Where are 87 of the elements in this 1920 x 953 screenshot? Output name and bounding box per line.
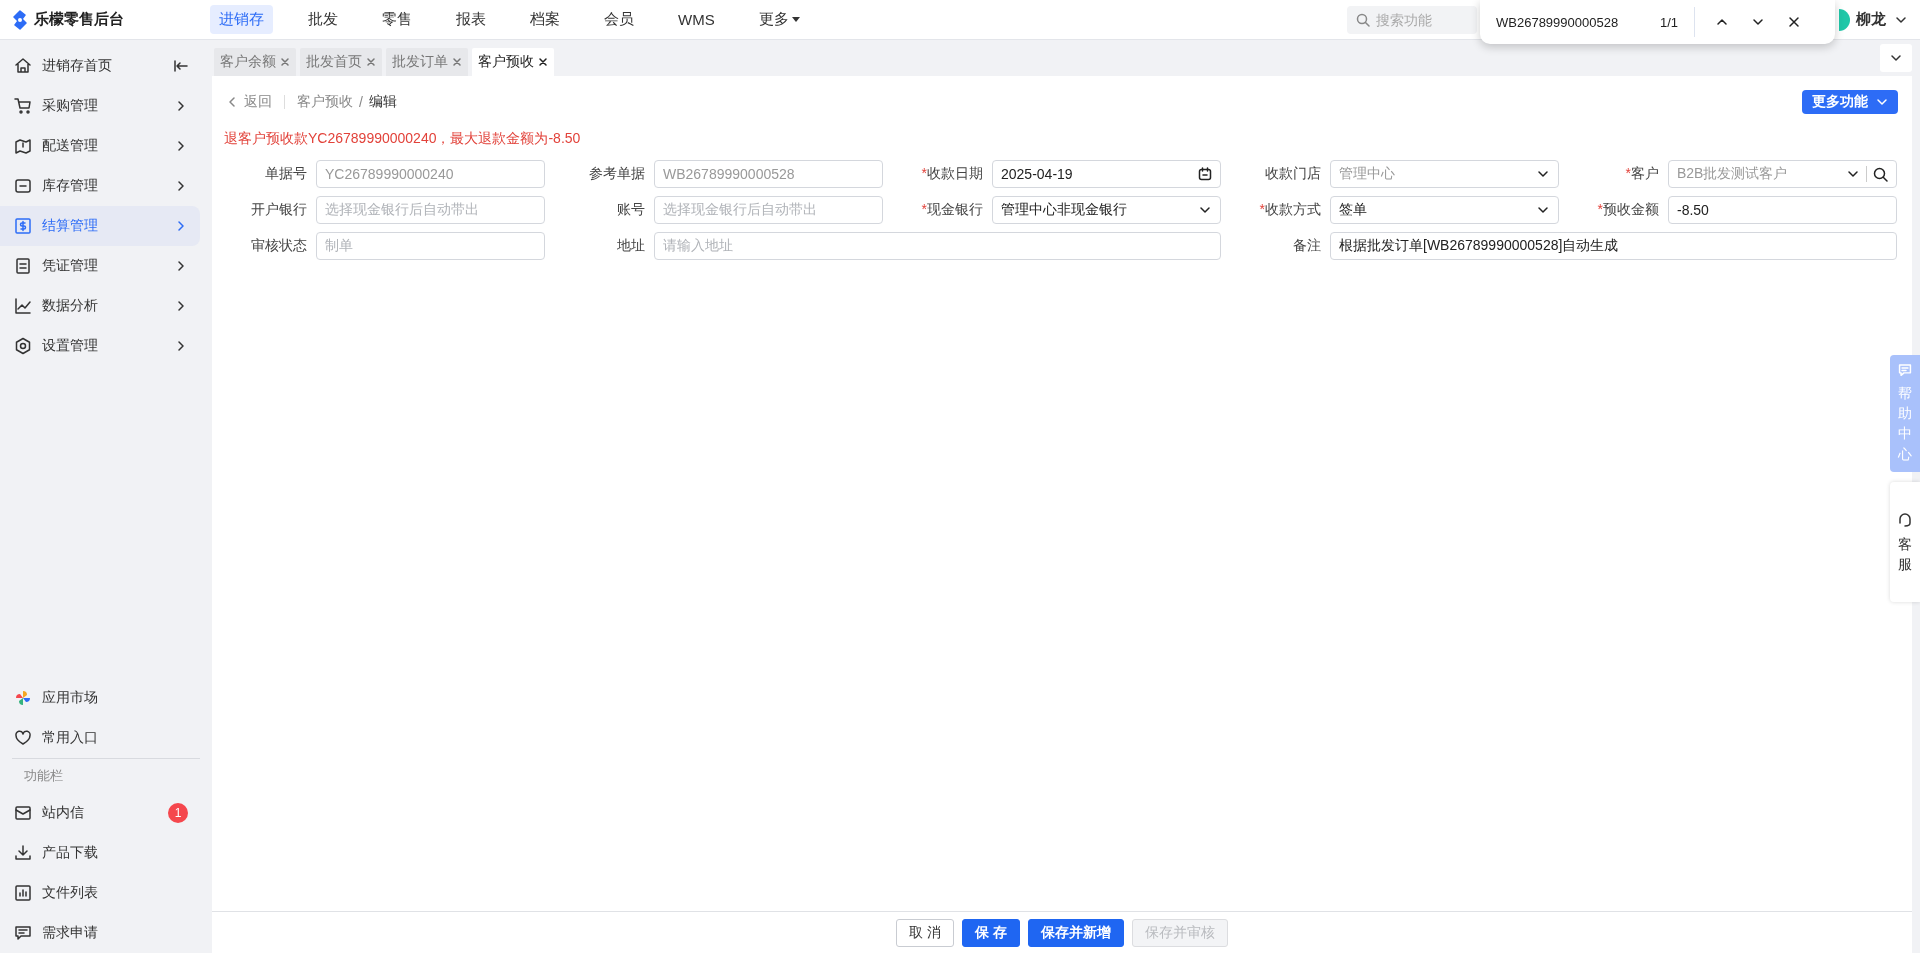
chat-icon: [1898, 363, 1912, 377]
user-name[interactable]: 柳龙: [1856, 10, 1886, 29]
field-label: *现金银行: [920, 201, 983, 219]
back-link[interactable]: 返回: [226, 93, 272, 111]
notification-badge: 1: [168, 803, 188, 823]
section-title: 功能栏: [12, 758, 200, 793]
caret-icon: [791, 16, 800, 23]
app-title: 乐檬零售后台: [34, 10, 124, 29]
page-tab[interactable]: 客户余额: [214, 48, 296, 76]
chevron-down-icon: [1876, 96, 1888, 108]
field-label: *预收金额: [1596, 201, 1659, 219]
input-field[interactable]: 根据批发订单[WB26789990000528]自动生成: [1330, 232, 1897, 260]
nav-tab[interactable]: 报表: [447, 5, 495, 34]
sidebar-item[interactable]: 产品下载: [0, 833, 200, 873]
breadcrumb-item: 编辑: [368, 93, 397, 111]
nav-tab[interactable]: 批发: [299, 5, 347, 34]
field-label: 地址: [616, 237, 645, 255]
search-icon[interactable]: [1873, 166, 1888, 182]
tab-menu-button[interactable]: [1880, 44, 1912, 72]
collapse-icon[interactable]: [174, 59, 188, 73]
find-query-text[interactable]: WB26789990000528: [1496, 14, 1660, 30]
search-field[interactable]: 搜索功能: [1347, 5, 1477, 34]
field-label: 单据号: [264, 165, 307, 183]
calendar-icon: [1198, 167, 1212, 181]
sidebar-item[interactable]: 数据分析: [0, 286, 200, 326]
select-field[interactable]: 管理中心非现金银行: [992, 196, 1221, 224]
logo-icon: [12, 9, 28, 30]
breadcrumb-separator: /: [359, 94, 363, 110]
page-tab[interactable]: 批发订单: [386, 48, 468, 76]
field-label: 审核状态: [250, 237, 307, 255]
download-icon: [14, 844, 32, 862]
map-icon: [14, 137, 32, 155]
line-chart-icon: [14, 297, 32, 315]
sidebar-item[interactable]: 配送管理: [0, 126, 200, 166]
page-tab[interactable]: 客户预收: [472, 48, 554, 76]
sidebar-item[interactable]: 库存管理: [0, 166, 200, 206]
input-field[interactable]: -8.50: [1668, 196, 1897, 224]
sidebar-item[interactable]: 文件列表: [0, 873, 200, 913]
customer-service-tab[interactable]: 客服: [1890, 482, 1920, 602]
hexagon-icon: [14, 337, 32, 355]
sidebar-item[interactable]: 凭证管理: [0, 246, 200, 286]
field-label: 开户银行: [250, 201, 307, 219]
more-functions-button[interactable]: 更多功能: [1802, 90, 1898, 114]
sidebar-item[interactable]: 设置管理: [0, 326, 200, 366]
field-label: 参考单据: [588, 165, 645, 183]
close-icon[interactable]: [1787, 15, 1801, 29]
close-icon[interactable]: [538, 57, 548, 67]
sidebar-item[interactable]: 进销存首页: [0, 46, 200, 86]
field-label: *收款日期: [920, 165, 983, 183]
message-icon: [14, 924, 32, 942]
nav-tab[interactable]: 会员: [595, 5, 643, 34]
field-label: *客户: [1624, 165, 1659, 183]
nav-tab[interactable]: 进销存: [210, 5, 273, 34]
sidebar-item[interactable]: 需求申请: [0, 913, 200, 953]
sidebar-item[interactable]: 应用市场: [0, 678, 200, 718]
select-field[interactable]: 签单: [1330, 196, 1559, 224]
sidebar-item[interactable]: 采购管理: [0, 86, 200, 126]
bar-chart-icon: [14, 884, 32, 902]
field-label: *收款方式: [1258, 201, 1321, 219]
warning-message: 退客户预收款YC26789990000240，最大退款金额为-8.50: [223, 129, 582, 148]
sidebar-item[interactable]: 站内信 1: [0, 793, 200, 833]
page-tab[interactable]: 批发首页: [300, 48, 382, 76]
date-field[interactable]: 2025-04-19: [992, 160, 1221, 188]
match-count: 1/1: [1659, 14, 1678, 30]
cart-icon: [14, 97, 32, 115]
tray-icon: [14, 177, 32, 195]
envelope-icon: [14, 804, 32, 822]
nav-tab[interactable]: WMS: [669, 6, 724, 33]
headset-icon: [1897, 512, 1913, 528]
breadcrumb-item[interactable]: 客户预收: [297, 93, 353, 111]
nav-tab[interactable]: 零售: [373, 5, 421, 34]
home-icon: [14, 57, 32, 75]
field-label: 账号: [616, 201, 645, 219]
action-button[interactable]: 保 存: [962, 918, 1020, 947]
field-label: 备注: [1292, 237, 1321, 255]
nav-tab[interactable]: 更多: [749, 5, 809, 34]
field-label: 收款门店: [1264, 165, 1321, 183]
pinwheel-icon: [14, 689, 32, 707]
sidebar-item[interactable]: 常用入口: [0, 718, 200, 758]
action-button[interactable]: 取 消: [896, 918, 954, 947]
document-icon: [14, 257, 32, 275]
heart-icon: [14, 729, 32, 747]
chevron-left-icon: [226, 96, 238, 108]
dollar-icon: [14, 217, 32, 235]
action-button[interactable]: 保存并新增: [1027, 918, 1124, 947]
sidebar-item[interactable]: 结算管理: [0, 206, 200, 246]
nav-tab[interactable]: 档案: [521, 5, 569, 34]
